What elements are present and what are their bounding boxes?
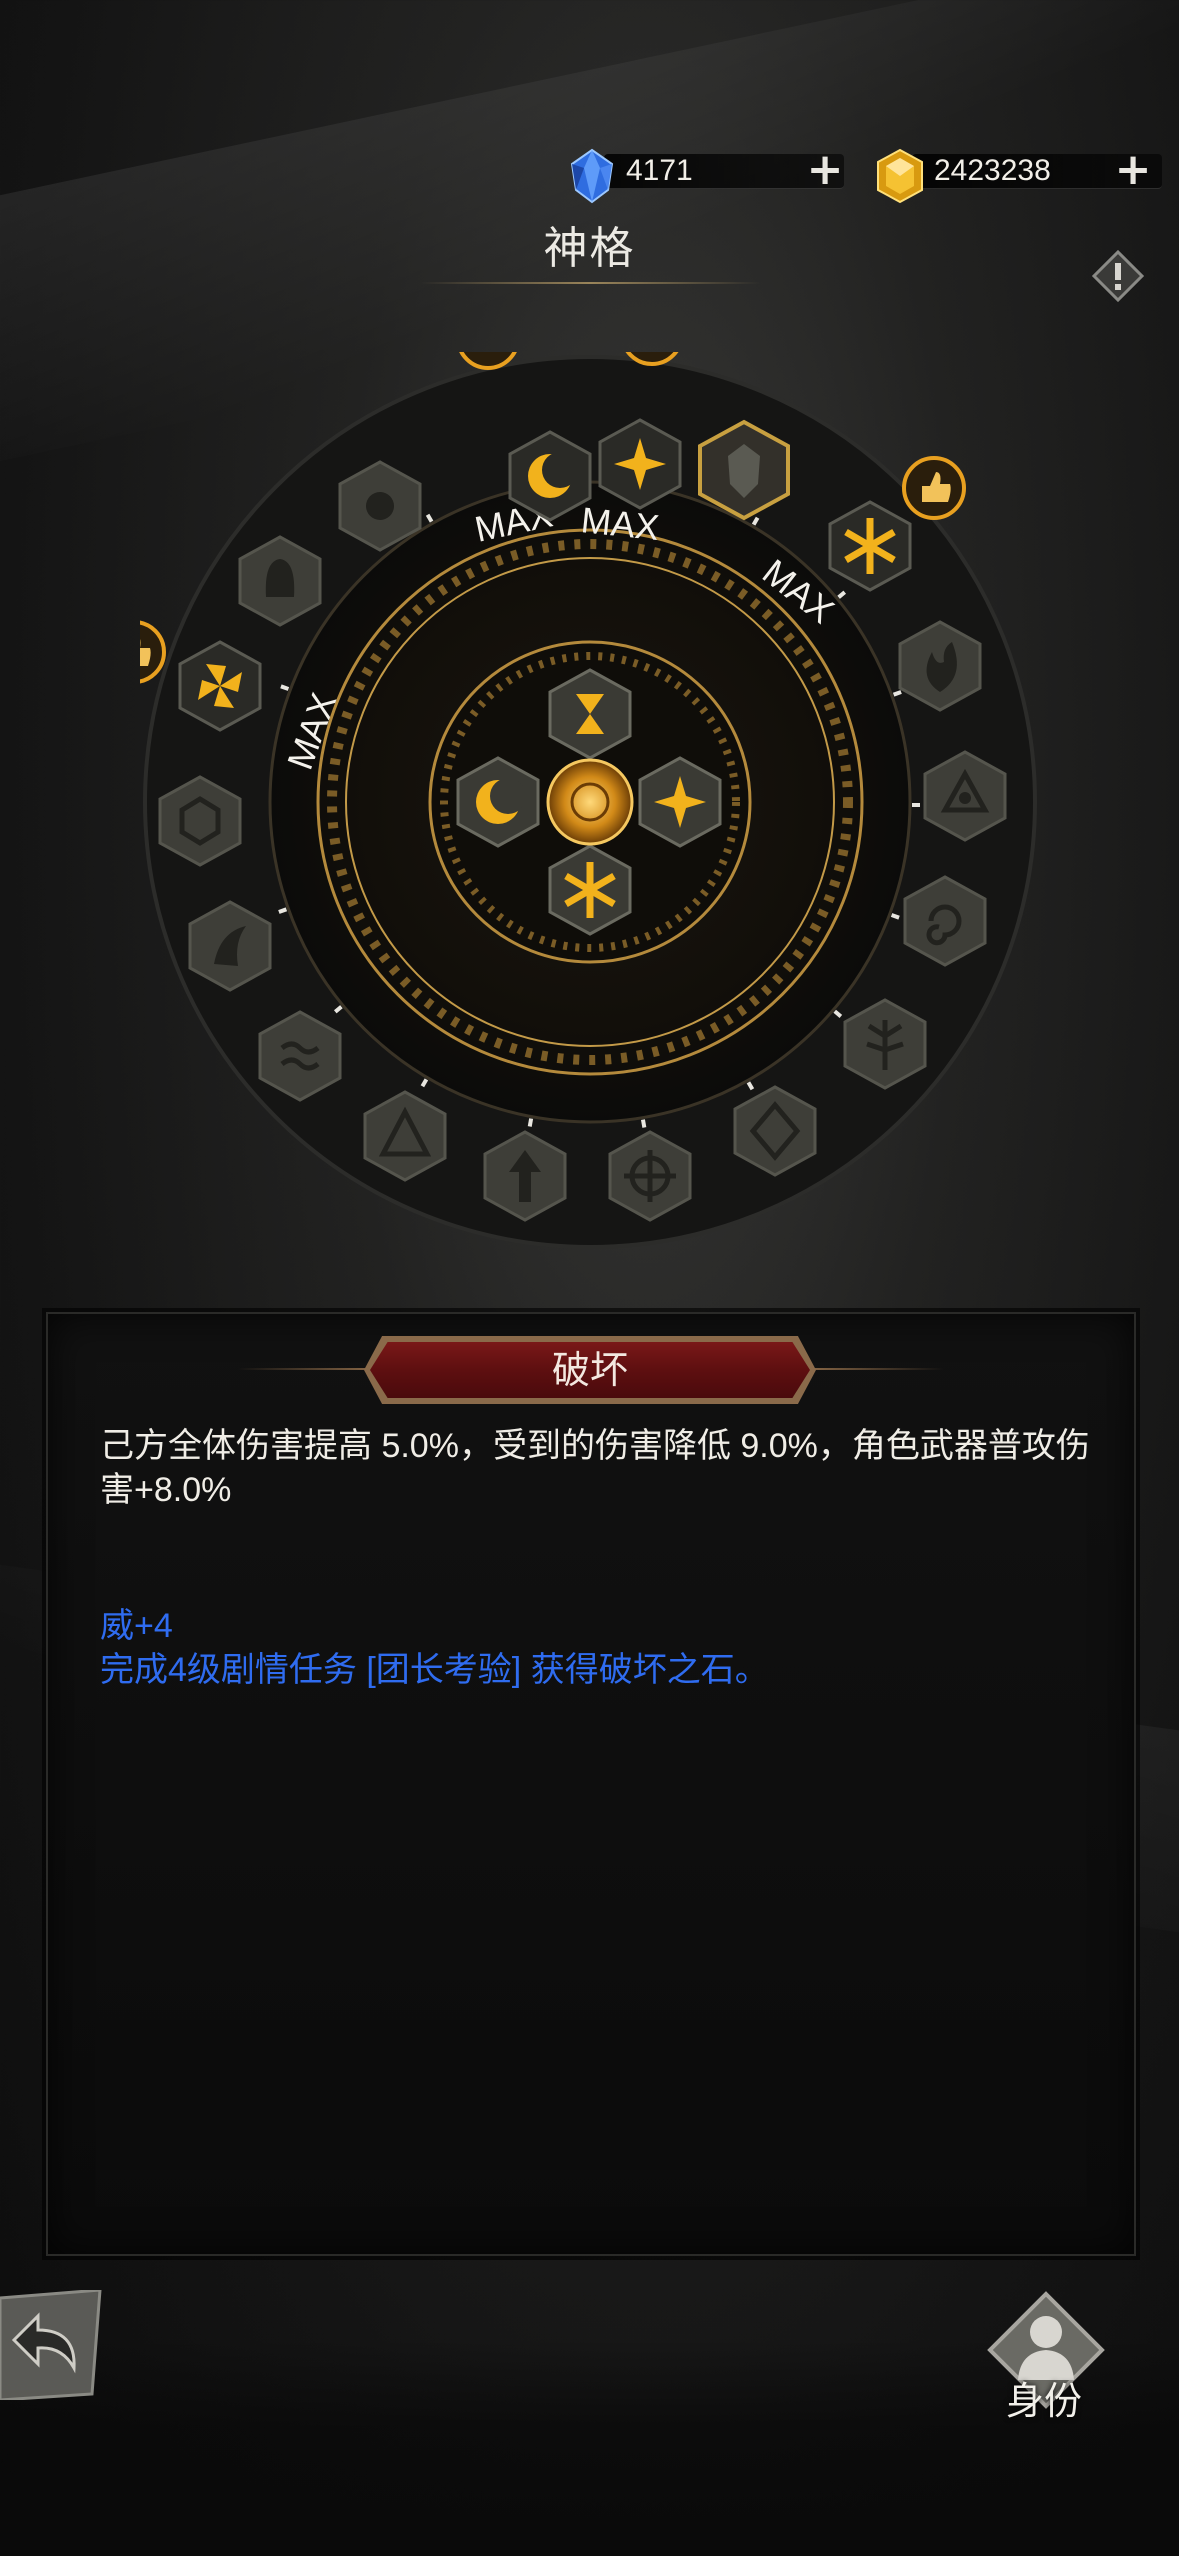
detail-panel: 破坏 己方全体伤害提高 5.0%，受到的伤害降低 9.0%，角色武器普攻伤害+8…: [46, 1312, 1136, 2256]
unlock-requirement[interactable]: 完成4级剧情任务 [团长考验] 获得破坏之石。: [100, 1648, 1090, 1692]
title-divider: [420, 282, 760, 284]
divinity-wheel: MAX MAX MAX MAX: [140, 352, 1037, 1249]
add-gold-button[interactable]: +: [1112, 148, 1154, 194]
add-gems-button[interactable]: +: [804, 148, 846, 194]
identity-label[interactable]: 身份: [1006, 2370, 1082, 2425]
blue-crystal-icon: [570, 148, 614, 204]
panel-header-line-left: [238, 1368, 368, 1370]
gold-currency: 2423238 +: [872, 148, 1172, 204]
page-title: 神格: [543, 223, 636, 274]
gem-currency: 4171 +: [564, 148, 854, 204]
panel-title: 破坏: [370, 1342, 810, 1398]
thumbs-up-icon: [902, 456, 966, 520]
gem-count: 4171: [626, 154, 693, 187]
max-label: MAX: [579, 499, 661, 548]
thumbs-up-icon: [140, 620, 166, 684]
gold-count: 2423238: [934, 154, 1051, 187]
sun-core-icon[interactable]: [546, 758, 634, 846]
unlock-info: 威+4 完成4级剧情任务 [团长考验] 获得破坏之石。: [100, 1604, 1090, 1692]
gold-crystal-icon: [877, 148, 923, 204]
effect-description: 己方全体伤害提高 5.0%，受到的伤害降低 9.0%，角色武器普攻伤害+8.0%: [100, 1427, 1090, 1509]
back-arrow-icon[interactable]: [0, 2290, 104, 2400]
panel-header-line-right: [814, 1368, 944, 1370]
exclamation-icon[interactable]: [1092, 250, 1144, 302]
stat-bonus: 威+4: [100, 1607, 173, 1645]
